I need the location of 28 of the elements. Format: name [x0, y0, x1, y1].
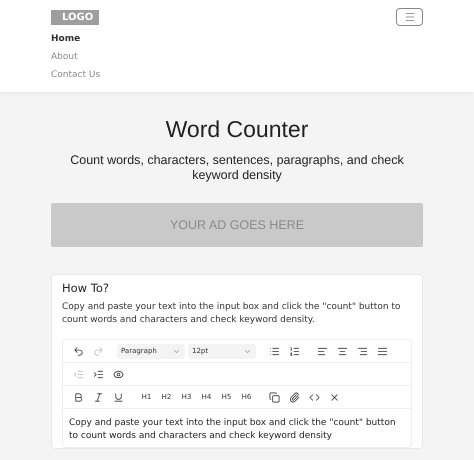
- align-left-icon: [317, 346, 328, 356]
- bold-icon: [73, 392, 84, 402]
- editor-content[interactable]: Copy and paste your text into the input box and click the "count" button to count words and characters and check keyword density: [63, 409, 411, 447]
- align-center-icon: [337, 346, 348, 356]
- eye-icon: [113, 368, 124, 380]
- align-right-icon: [357, 346, 368, 356]
- paperclip-icon: [289, 392, 300, 402]
- indent-icon: [93, 368, 104, 380]
- copy-icon: [269, 392, 280, 402]
- page-title: Word Counter: [164, 116, 310, 143]
- menu-icon: [404, 11, 416, 23]
- instructions-text: Copy and paste your text into the input box and click the "count" button to count words and characters and check keyword density.: [62, 301, 402, 327]
- close-icon: [329, 392, 340, 402]
- card-title: How To?: [62, 281, 110, 295]
- menu-button[interactable]: [396, 8, 423, 26]
- align-justify-icon: [377, 346, 388, 356]
- nav-link[interactable]: Contact Us: [51, 70, 100, 80]
- nav-link[interactable]: Home: [51, 34, 80, 44]
- outdent-icon: [73, 368, 84, 380]
- ad-banner: YOUR AD GOES HERE: [51, 203, 423, 247]
- underline-icon: [113, 392, 124, 402]
- redo-icon: [93, 346, 104, 356]
- nav-link[interactable]: About: [51, 52, 78, 62]
- numbered-list-icon: [289, 346, 300, 356]
- undo-icon: [73, 346, 84, 356]
- page-subtitle: Count words, characters, sentences, paragraphs, and check keyword density: [69, 153, 405, 183]
- italic-icon: [93, 392, 104, 402]
- code-icon: [309, 392, 320, 402]
